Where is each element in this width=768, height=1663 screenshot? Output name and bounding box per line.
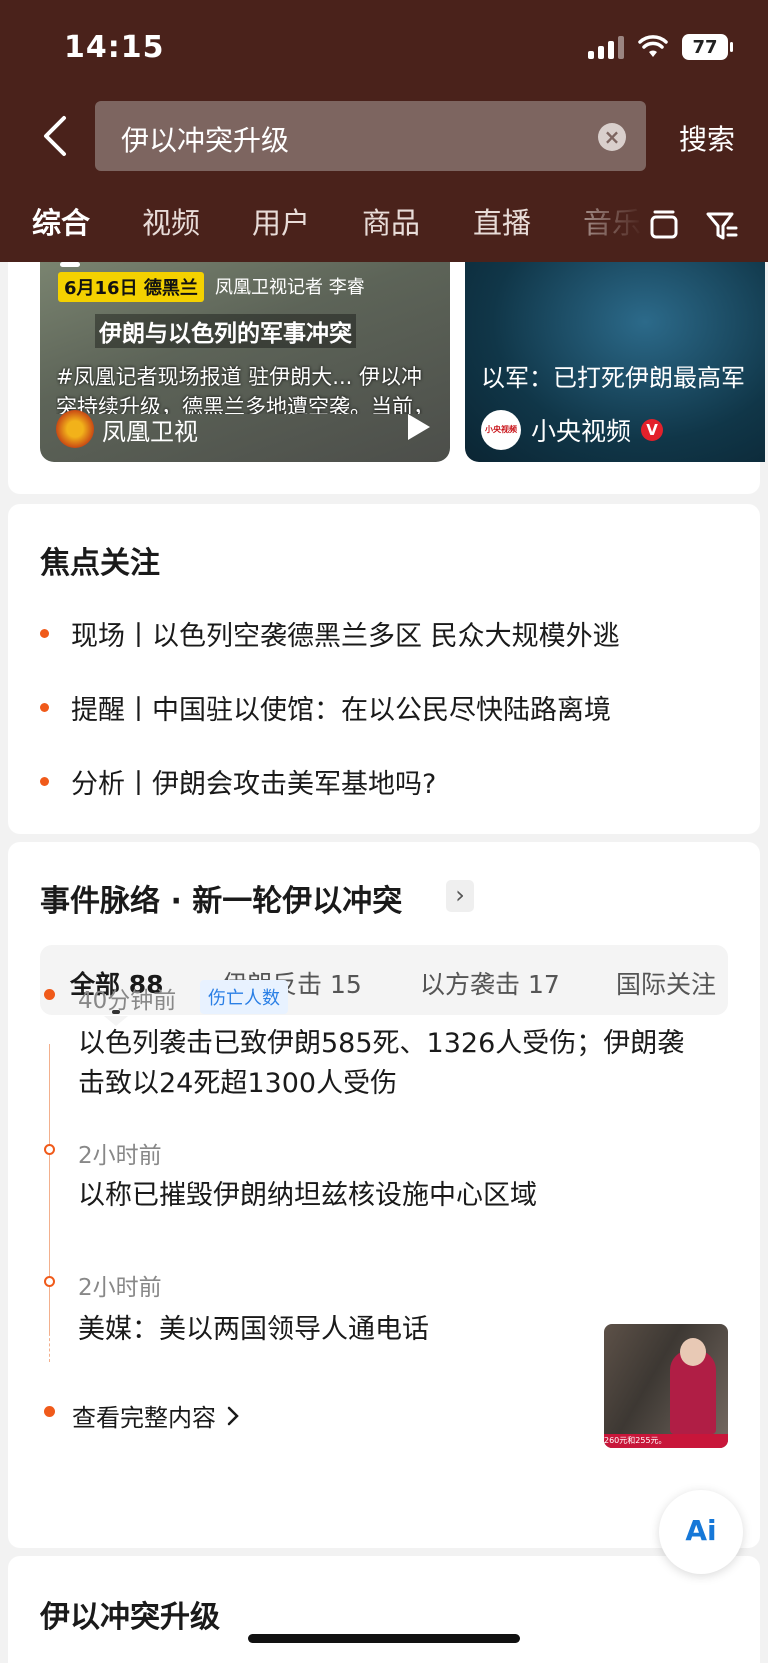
event-text[interactable]: 以称已摧毁伊朗纳坦兹核设施中心区域 [78,1176,698,1216]
timeline-dot [44,1276,55,1287]
tabs-fade [580,200,650,256]
ai-assistant-button[interactable]: Ai [659,1490,743,1574]
wifi-icon [638,35,668,57]
reporter-label: 凤凰卫视记者 李睿 [215,277,365,298]
tab-live[interactable]: 直播 [473,200,531,242]
event-thumbnail[interactable]: 260元和255元。 [604,1324,728,1448]
tab-video[interactable]: 视频 [142,200,200,242]
event-time: 40分钟前 [78,988,177,1014]
category-tabs: 综合 视频 用户 商品 直播 音乐 [0,200,768,256]
news-ticker: 260元和255元。 [604,1434,728,1448]
status-time: 14:15 [64,30,165,65]
bullet-dot [40,777,49,786]
filter-international[interactable]: 国际关注 [616,965,716,1001]
header: 14:15 77 伊以冲突升级 × 搜索 综合 视频 用户 商品 直播 音乐 [0,0,768,262]
timeline-section: 事件脉络 · 新一轮伊以冲突 › 全部 88 伊朗反击 15 以方袭击 17 国… [8,842,760,1548]
date-tag: 6月16日 德黑兰 [58,272,204,302]
clear-icon[interactable]: × [598,123,626,151]
bullet-dot [40,703,49,712]
focus-item-text[interactable]: 分析丨伊朗会攻击美军基地吗? [71,762,436,801]
focus-item[interactable]: 提醒丨中国驻以使馆：在以公民尽快陆路离境 [40,688,611,727]
cctv-logo-icon: 小央视频 [481,410,521,450]
scroll-indicator [60,262,80,267]
event-text[interactable]: 美媒：美以两国领导人通电话 [78,1310,578,1350]
search-input[interactable]: 伊以冲突升级 × [95,101,646,171]
timeline-line-dashed [49,1312,50,1362]
event-time: 2小时前 [78,1143,162,1169]
view-full-content-label[interactable]: 查看完整内容 [72,1398,216,1433]
tab-goods[interactable]: 商品 [362,200,420,242]
timeline-dot [44,989,55,1000]
status-icons: 77 [588,34,733,60]
verified-icon: V [641,419,664,441]
tab-all[interactable]: 综合 [32,200,90,242]
video-description: #凤凰记者现场报道 驻伊朗大... 伊以冲突持续升级，德黑兰多地遭空袭。当前，超… [56,365,434,414]
video-card-1[interactable]: 6月16日 德黑兰 凤凰卫视记者 李睿 伊朗与以色列的军事冲突 #凤凰记者现场报… [40,262,450,462]
home-indicator[interactable] [248,1634,520,1643]
section-title: 焦点关注 [40,546,160,581]
search-button[interactable]: 搜索 [679,118,735,158]
search-query[interactable]: 伊以冲突升级 [121,119,289,159]
back-icon[interactable] [36,112,76,160]
phoenix-logo-icon [56,410,94,448]
focus-item-text[interactable]: 现场丨以色列空袭德黑兰多区 民众大规模外逃 [71,614,620,653]
related-section: 伊以冲突升级 [8,1556,760,1663]
battery-icon: 77 [682,34,733,60]
section-title[interactable]: 事件脉络 · 新一轮伊以冲突 [40,876,402,920]
video-source: 小央视频 小央视频 V [481,410,664,450]
tab-users[interactable]: 用户 [252,200,310,242]
event-badge: 伤亡人数 [200,980,288,1014]
layout-toggle-icon[interactable] [646,208,682,244]
chevron-right-icon[interactable]: › [446,880,474,912]
filter-israel-strike[interactable]: 以方袭击 17 [420,965,560,1001]
focus-section: 焦点关注 现场丨以色列空袭德黑兰多区 民众大规模外逃 提醒丨中国驻以使馆：在以公… [8,504,760,834]
event-time: 2小时前 [78,1275,162,1301]
section-title: 伊以冲突升级 [40,1600,220,1635]
event-text[interactable]: 以色列袭击已致伊朗585死、1326人受伤；伊朗袭击致以24死超1300人受伤 [78,1024,698,1104]
focus-item[interactable]: 分析丨伊朗会攻击美军基地吗? [40,762,436,801]
signal-icon [588,35,624,59]
filter-icon[interactable] [704,208,740,244]
chevron-right-icon [227,1406,239,1425]
video-headline: 以军：已打死伊朗最高军 [481,364,745,392]
video-card-2[interactable]: 以军：已打死伊朗最高军 小央视频 小央视频 V [465,262,765,462]
ai-icon: Ai [685,1514,717,1547]
focus-item[interactable]: 现场丨以色列空袭德黑兰多区 民众大规模外逃 [40,614,620,653]
bullet-dot [40,629,49,638]
news-anchor-face [680,1338,706,1366]
video-headline: 伊朗与以色列的军事冲突 [95,314,356,348]
video-source: 凤凰卫视 [56,410,198,448]
timeline-line [49,1044,50,1334]
source-name: 小央视频 [531,417,632,446]
video-strip: 6月16日 德黑兰 凤凰卫视记者 李睿 伊朗与以色列的军事冲突 #凤凰记者现场报… [8,262,765,494]
source-name: 凤凰卫视 [102,417,198,446]
focus-item-text[interactable]: 提醒丨中国驻以使馆：在以公民尽快陆路离境 [71,688,611,727]
view-full-content-link[interactable]: 查看完整内容 [72,1398,240,1433]
play-icon[interactable] [408,414,430,440]
timeline-dot [44,1406,55,1417]
timeline-dot [44,1144,55,1155]
